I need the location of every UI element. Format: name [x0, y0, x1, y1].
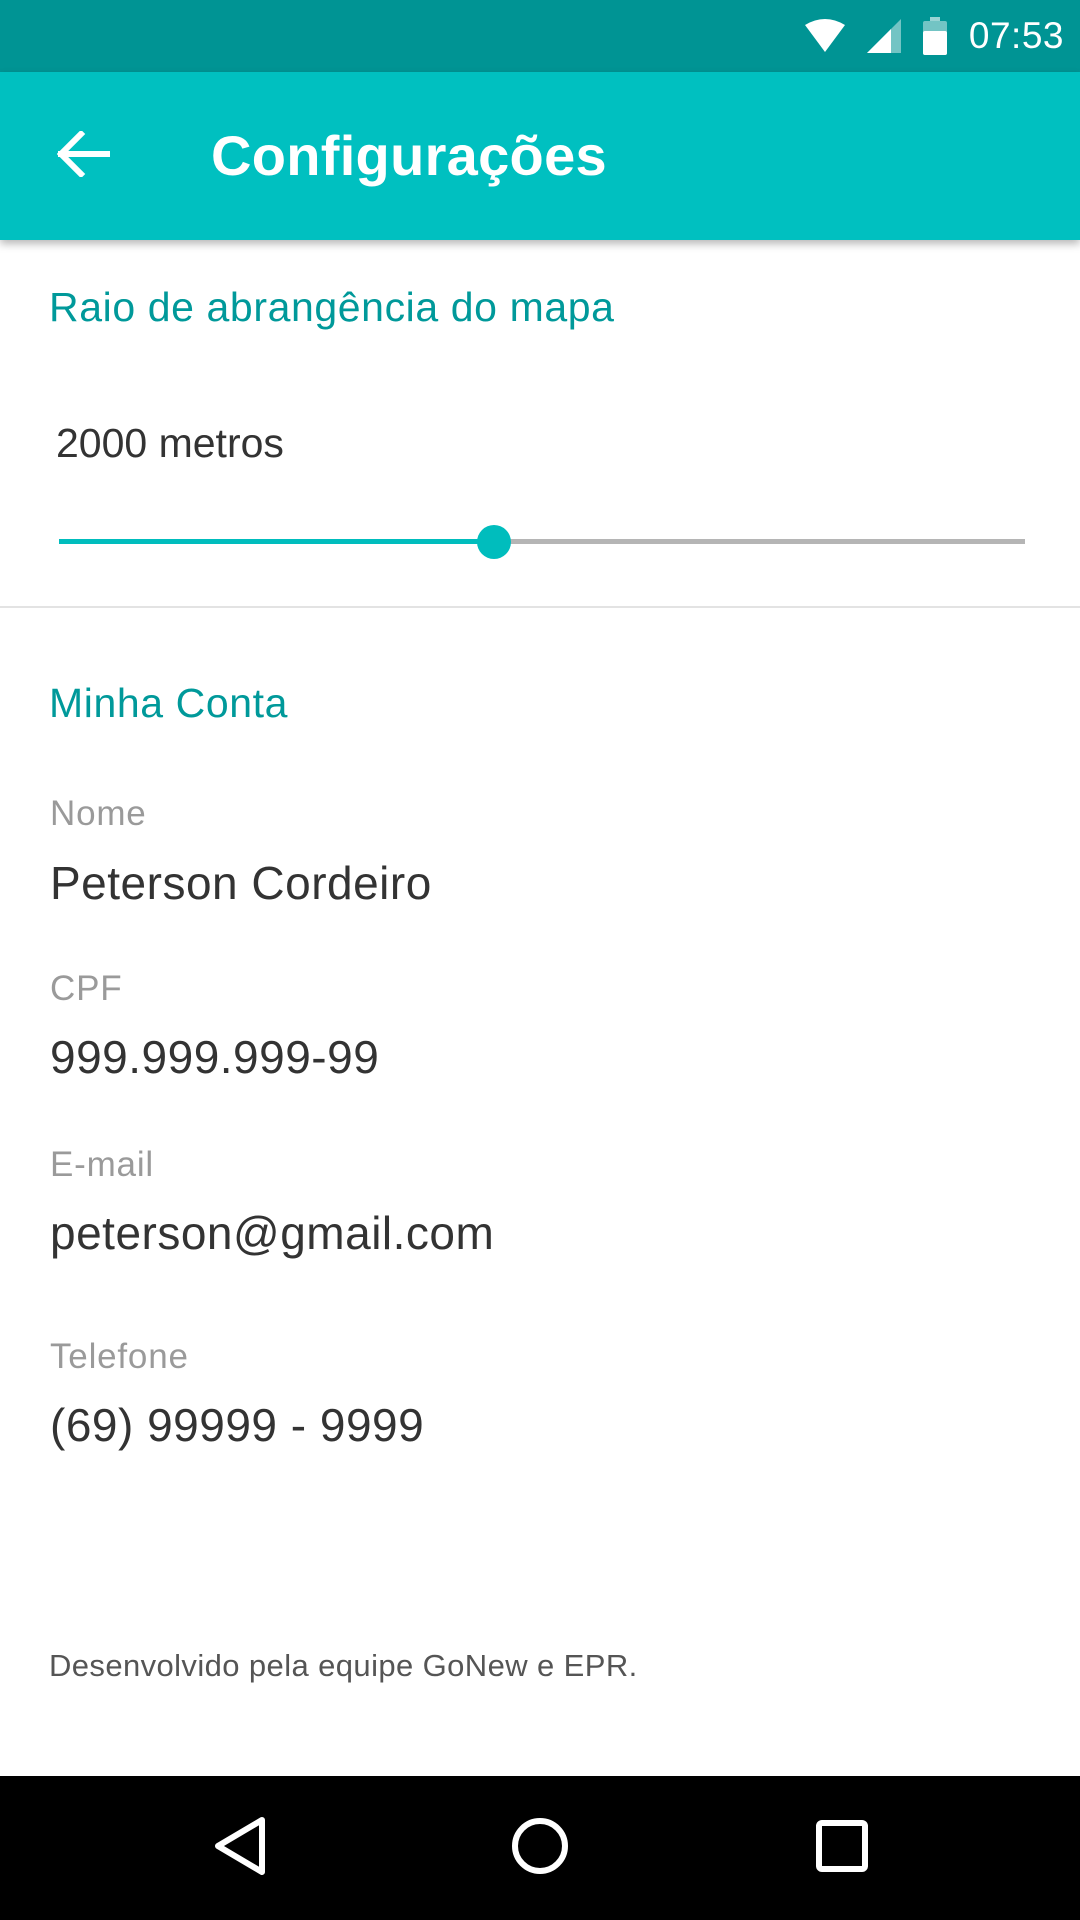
- page-title: Configurações: [211, 124, 607, 187]
- nav-back-button[interactable]: [190, 1798, 290, 1898]
- status-icons: 07:53: [804, 0, 1064, 72]
- nav-home-button[interactable]: [490, 1798, 590, 1898]
- cpf-label: CPF: [50, 969, 123, 1008]
- navigation-bar: [0, 1776, 1080, 1920]
- back-triangle-icon: [212, 1815, 268, 1882]
- cpf-value: 999.999.999-99: [50, 1031, 380, 1083]
- battery-icon: [922, 17, 947, 55]
- radius-value-text: 2000 metros: [56, 420, 284, 466]
- slider-fill: [59, 539, 494, 544]
- slider-thumb[interactable]: [476, 525, 511, 559]
- home-circle-icon: [510, 1816, 570, 1881]
- phone-value: (69) 99999 - 9999: [50, 1399, 425, 1451]
- email-label: E-mail: [50, 1145, 154, 1184]
- status-time: 07:53: [968, 15, 1064, 56]
- footer-credits: Desenvolvido pela equipe GoNew e EPR.: [49, 1648, 638, 1683]
- map-radius-section-title: Raio de abrangência do mapa: [49, 284, 615, 330]
- section-divider: [0, 606, 1080, 608]
- wifi-icon: [804, 19, 845, 53]
- email-value: peterson@gmail.com: [50, 1207, 495, 1259]
- toolbar: Configurações: [0, 72, 1080, 240]
- nav-recents-button[interactable]: [792, 1798, 892, 1898]
- settings-screen: 07:53 Configurações Raio de abrangência …: [0, 0, 1080, 1920]
- name-value: Peterson Cordeiro: [50, 857, 432, 909]
- radius-slider[interactable]: [59, 512, 1025, 572]
- arrow-back-icon: [56, 129, 111, 182]
- name-label: Nome: [50, 794, 147, 833]
- cell-signal-icon: [866, 19, 901, 53]
- phone-label: Telefone: [50, 1337, 189, 1376]
- back-button[interactable]: [40, 112, 128, 200]
- recents-square-icon: [815, 1819, 869, 1878]
- status-bar: 07:53: [0, 0, 1080, 72]
- account-section-title: Minha Conta: [49, 680, 289, 726]
